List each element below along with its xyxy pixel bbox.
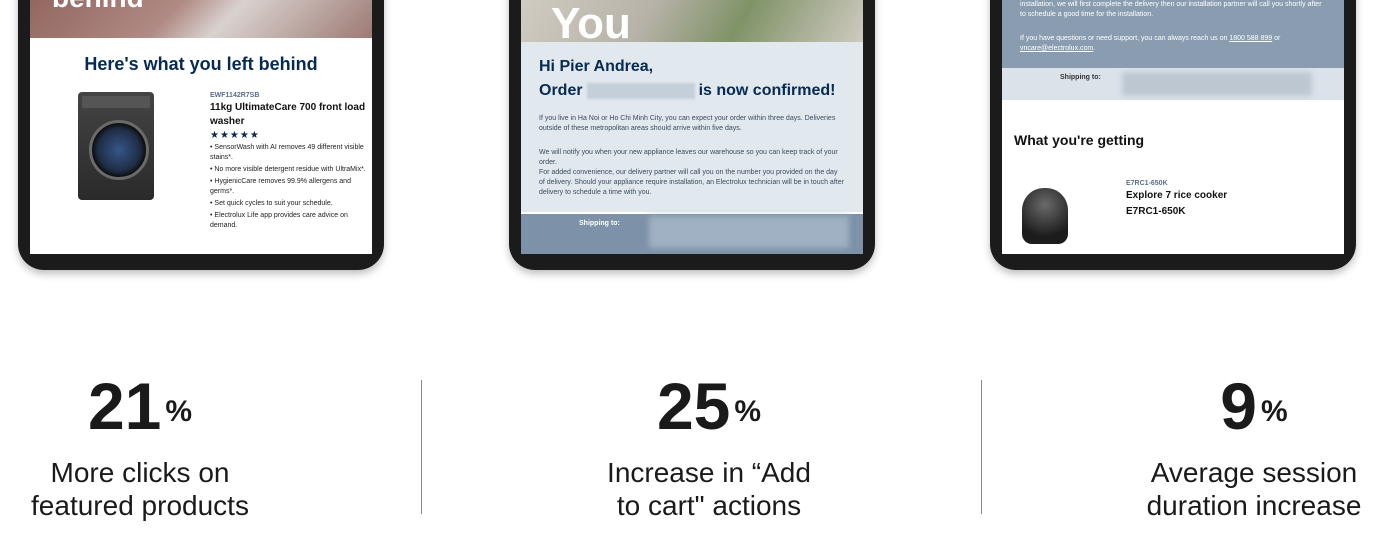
washer-panel — [82, 96, 150, 108]
hero-word: behind — [52, 0, 144, 12]
support-suffix: . — [1093, 45, 1096, 52]
support-prefix: If you have questions or need support, y… — [1020, 35, 1230, 42]
installation-paragraph: installation, we will first complete the… — [1020, 1, 1322, 18]
order-prefix: Order — [539, 82, 583, 99]
shipping-label: Shipping to: — [1060, 74, 1101, 81]
product-code: EWF1142R7SB — [210, 92, 260, 99]
order-suffix: is now confirmed! — [698, 82, 836, 99]
hero-word: You — [551, 0, 631, 48]
product-details: EWF1142R7SB 11kg UltimateCare 700 front … — [210, 92, 370, 231]
product-model: E7RC1-650K — [1126, 206, 1186, 217]
stat-number: 9 — [1220, 369, 1258, 443]
shipping-section: Shipping to: — [1002, 68, 1344, 100]
order-number-redacted — [586, 82, 695, 99]
stat-description: More clicks on featured products — [0, 456, 290, 522]
rating-stars: ★★★★★ — [210, 130, 260, 141]
email-screen-order-details: installation, we will first complete the… — [1002, 0, 1344, 254]
hero-image: behind — [30, 0, 372, 38]
stat-add-to-cart: 25% Increase in “Add to cart" actions — [559, 370, 859, 522]
stat-unit: % — [1261, 395, 1288, 428]
email-screen-abandoned-cart: behind Here's what you left behind EWF11… — [30, 0, 372, 254]
washer-drum — [89, 120, 149, 180]
stat-line: duration increase — [1146, 490, 1362, 521]
stat-description: Average session duration increase — [1104, 456, 1378, 522]
product-name-link[interactable]: Explore 7 rice cooker — [1126, 189, 1326, 203]
bullet-item: • SensorWash with AI removes 49 differen… — [210, 144, 364, 161]
stat-line: Average session — [1150, 457, 1358, 488]
notify-paragraph: We will notify you when your new applian… — [539, 149, 838, 166]
stat-line: More clicks on — [50, 457, 230, 488]
support-paragraph: If you have questions or need support, y… — [1020, 34, 1326, 54]
stat-session-duration: 9% Average session duration increase — [1104, 370, 1378, 522]
stat-line: featured products — [31, 490, 249, 521]
order-confirmation-heading: Order is now confirmed! — [539, 82, 835, 100]
shipping-section: Shipping to: — [521, 214, 863, 254]
delivery-paragraph: If you live in Ha Noi or Ho Chi Minh Cit… — [539, 115, 836, 132]
washer-product-image[interactable] — [78, 92, 154, 200]
tablet-abandoned-cart: behind Here's what you left behind EWF11… — [18, 0, 384, 270]
tablet-order-details: installation, we will first complete the… — [990, 0, 1356, 270]
stat-unit: % — [165, 395, 193, 428]
installation-paragraph: For added convenience, our delivery part… — [539, 169, 844, 196]
stat-line: Increase in “Add — [607, 457, 811, 488]
tablet-order-confirmation: You Hi Pier Andrea, Order is now confirme… — [509, 0, 875, 270]
shipping-label: Shipping to: — [579, 220, 620, 227]
bullet-item: • Electrolux Life app provides care advi… — [210, 212, 348, 229]
support-email-link[interactable]: vncare@electrolux.com — [1020, 45, 1093, 52]
stat-unit: % — [734, 395, 762, 428]
support-phone-link[interactable]: 1800 588 899 — [1229, 35, 1272, 42]
stat-value: 21% — [0, 370, 290, 442]
bullet-item: • No more visible detergent residue with… — [210, 166, 366, 173]
email-screen-order-confirmation: You Hi Pier Andrea, Order is now confirme… — [521, 0, 863, 254]
divider — [421, 380, 422, 514]
email-heading: Here's what you left behind — [84, 54, 318, 74]
stat-description: Increase in “Add to cart" actions — [559, 456, 859, 522]
greeting: Hi Pier Andrea, — [539, 58, 654, 75]
support-mid: or — [1272, 35, 1281, 42]
shipping-address-redacted — [1122, 72, 1312, 96]
bullet-item: • Set quick cycles to suit your schedule… — [210, 200, 333, 207]
installation-panel: installation, we will first complete the… — [1002, 0, 1344, 68]
stat-number: 25 — [656, 369, 731, 443]
stat-value: 25% — [559, 370, 859, 442]
bullet-item: • HygienicCare removes 99.9% allergens a… — [210, 178, 351, 195]
section-title: What you're getting — [1014, 132, 1145, 148]
stat-value: 9% — [1104, 370, 1378, 442]
divider — [981, 380, 982, 514]
shipping-address-redacted — [649, 216, 849, 248]
hero-image: You — [521, 0, 863, 46]
product-name-link[interactable]: 11kg UltimateCare 700 front load washer — [210, 101, 370, 129]
stat-number: 21 — [87, 369, 162, 443]
product-details: E7RC1-650K Explore 7 rice cooker E7RC1-6… — [1126, 180, 1326, 219]
stat-clicks: 21% More clicks on featured products — [0, 370, 290, 522]
rice-cooker-product-image[interactable] — [1022, 188, 1068, 244]
product-code: E7RC1-650K — [1126, 180, 1168, 187]
stat-line: to cart" actions — [616, 490, 802, 521]
